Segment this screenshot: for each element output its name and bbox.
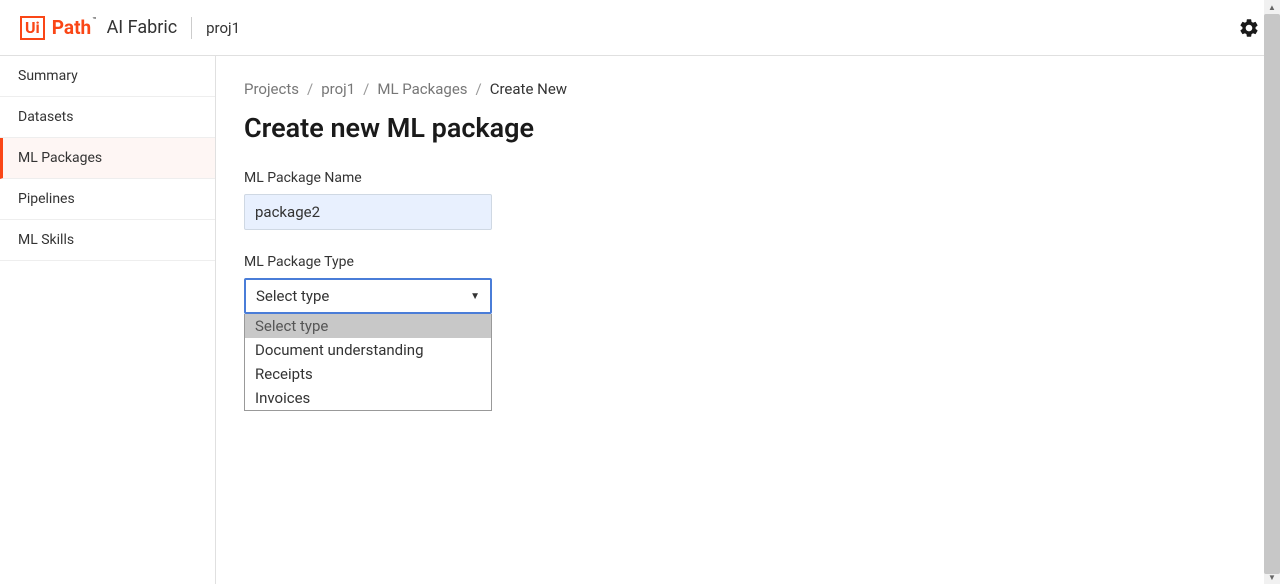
scrollbar-down-icon[interactable]: ▼ [1264,570,1280,584]
type-field-label: ML Package Type [244,254,1252,270]
breadcrumb-projects[interactable]: Projects [244,80,299,98]
sidebar-item-summary[interactable]: Summary [0,56,215,97]
dropdown-option-receipts[interactable]: Receipts [245,362,491,386]
scrollbar[interactable]: ▲ ▼ [1264,0,1280,584]
breadcrumb-proj1[interactable]: proj1 [321,80,355,98]
name-field-label: ML Package Name [244,170,1252,186]
sidebar-item-ml-skills[interactable]: ML Skills [0,220,215,261]
scrollbar-up-icon[interactable]: ▲ [1264,0,1280,14]
breadcrumb-sep: / [307,80,313,98]
page-title: Create new ML package [244,112,1252,144]
package-type-select[interactable]: Select type ▼ [244,278,492,314]
breadcrumb-ml-packages[interactable]: ML Packages [377,80,467,98]
logo-path-text: Path™ [51,16,97,39]
select-value: Select type [256,287,329,305]
sidebar: Summary Datasets ML Packages Pipelines M… [0,56,216,584]
header-divider [191,17,192,39]
logo-ui-icon: Ui [20,16,45,40]
sidebar-item-ml-packages[interactable]: ML Packages [0,138,215,179]
project-name[interactable]: proj1 [206,19,240,37]
package-name-input[interactable] [244,194,492,230]
breadcrumb-sep: / [476,80,482,98]
dropdown-option-invoices[interactable]: Invoices [245,386,491,410]
app-header: Ui Path™ AI Fabric proj1 [0,0,1280,56]
type-dropdown: Select type Document understanding Recei… [244,314,492,411]
breadcrumb: Projects / proj1 / ML Packages / Create … [244,80,1252,98]
breadcrumb-current: Create New [490,80,567,98]
product-name: AI Fabric [107,17,178,38]
scrollbar-thumb[interactable] [1264,14,1280,574]
sidebar-item-datasets[interactable]: Datasets [0,97,215,138]
logo[interactable]: Ui Path™ AI Fabric [20,16,177,40]
gear-icon[interactable] [1238,17,1260,39]
breadcrumb-sep: / [363,80,369,98]
dropdown-option-placeholder[interactable]: Select type [245,314,491,338]
main-content: Projects / proj1 / ML Packages / Create … [216,56,1280,584]
header-left: Ui Path™ AI Fabric proj1 [20,16,240,40]
dropdown-option-document-understanding[interactable]: Document understanding [245,338,491,362]
sidebar-item-pipelines[interactable]: Pipelines [0,179,215,220]
chevron-down-icon: ▼ [470,291,480,302]
